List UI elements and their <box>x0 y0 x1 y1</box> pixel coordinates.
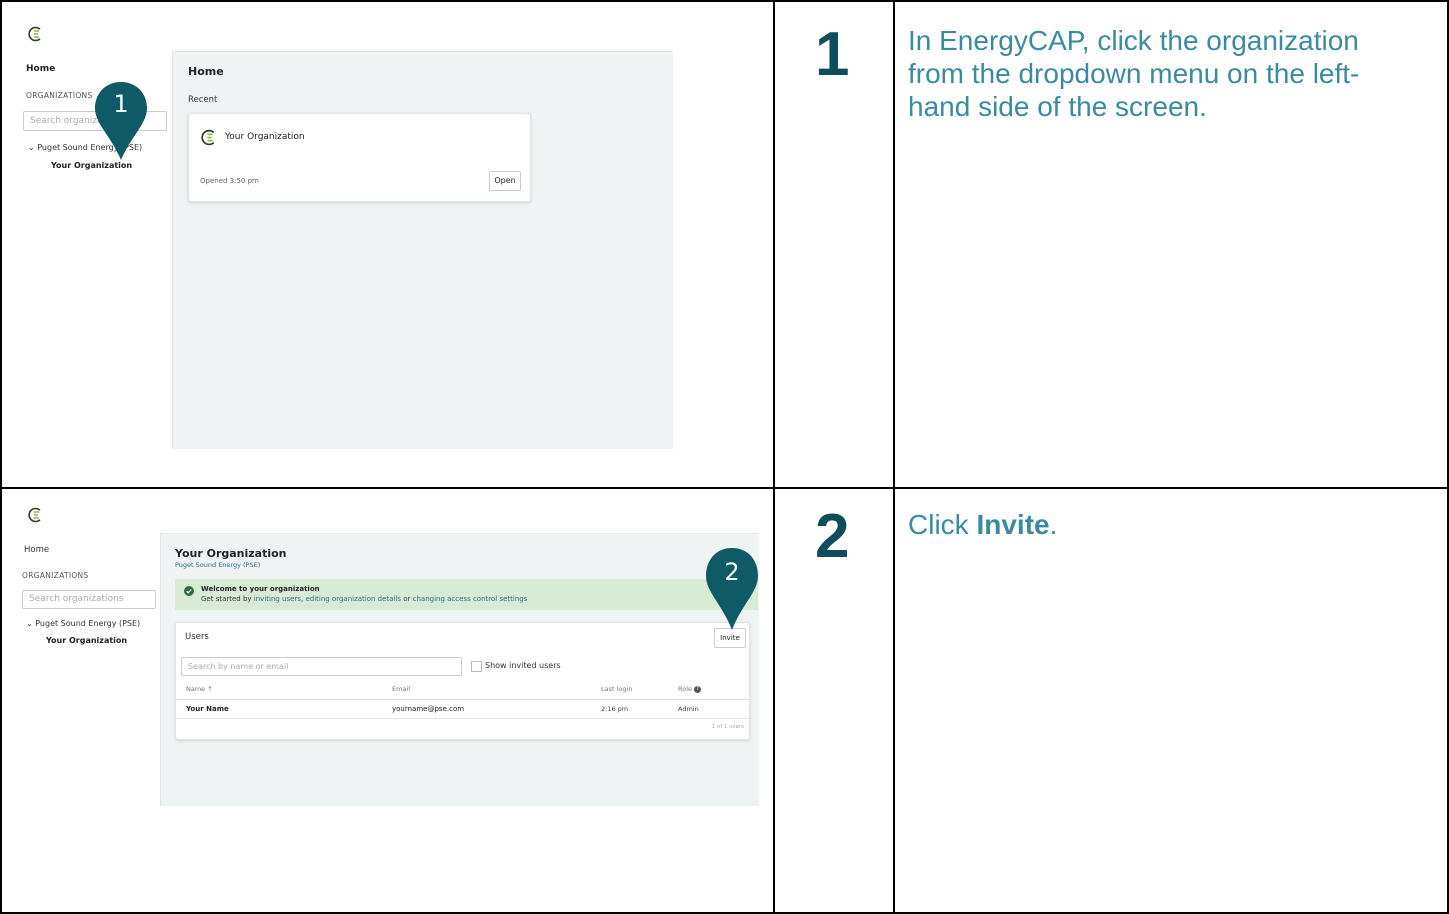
user-search-input[interactable]: Search by name or email <box>181 657 462 676</box>
column-header-name[interactable]: Name ↑ <box>186 685 213 693</box>
sidebar-home-link[interactable]: Home <box>24 545 49 555</box>
card-org-name: Your Organization <box>225 132 305 142</box>
users-count-footer: 1 of 1 users <box>711 724 744 730</box>
sidebar-organizations-label: ORGANIZATIONS <box>22 571 89 580</box>
table-row[interactable]: Your Name yourname@pse.com 2:16 pm Admin <box>176 701 749 717</box>
column-header-last-login[interactable]: Last login <box>601 685 632 693</box>
recent-org-card[interactable]: Your Organization Opened 3:50 pm Open <box>188 113 531 202</box>
header-divider <box>176 699 749 700</box>
step-number-1: 1 <box>815 20 850 89</box>
row-divider <box>176 718 749 719</box>
check-circle-icon <box>184 586 194 596</box>
screenshot-step-1: Home ORGANIZATIONS Search organizations … <box>14 18 674 458</box>
welcome-alert: Welcome to your organization Get started… <box>175 579 758 610</box>
energycap-logo-icon <box>28 26 41 42</box>
org-logo-icon <box>201 129 215 146</box>
chevron-down-icon: ⌄ <box>28 143 35 152</box>
inviting-users-link[interactable]: inviting users <box>254 595 301 603</box>
access-control-link[interactable]: changing access control settings <box>413 595 528 603</box>
table-col-divider-2 <box>893 0 895 914</box>
help-circle-icon: ? <box>694 685 702 693</box>
tree-item-your-organization[interactable]: Your Organization <box>51 161 132 170</box>
card-opened-time: Opened 3:50 pm <box>200 177 259 185</box>
step-number-2: 2 <box>815 502 850 571</box>
callout-number-1: 1 <box>113 90 129 118</box>
cell-name: Your Name <box>186 705 229 713</box>
cell-email: yourname@pse.com <box>392 705 465 713</box>
column-header-role-label: Role <box>678 685 693 693</box>
alert-prefix: Get started by <box>201 595 254 603</box>
sidebar-organizations-label: ORGANIZATIONS <box>26 91 93 100</box>
table-border-bottom <box>0 912 1449 914</box>
page-title: Your Organization <box>175 547 287 560</box>
users-panel: Users Invite Search by name or email Sho… <box>175 622 750 740</box>
editing-details-link[interactable]: editing organization details <box>305 595 401 603</box>
sidebar-search-input[interactable]: Search organizations <box>22 590 156 609</box>
alert-body: Get started by inviting users, editing o… <box>201 595 527 603</box>
step-instruction-2-bold: Invite <box>976 509 1050 540</box>
sidebar-home-link[interactable]: Home <box>26 64 55 74</box>
tree-item-pse-label: Puget Sound Energy (PSE) <box>35 619 141 628</box>
table-col-divider-1 <box>773 0 775 914</box>
step-instruction-2-suffix: . <box>1049 509 1058 540</box>
alert-sep-2: or <box>401 595 413 603</box>
column-header-role[interactable]: Role ? <box>678 685 702 693</box>
show-invited-checkbox[interactable] <box>471 661 482 672</box>
users-title: Users <box>185 632 209 642</box>
page-subtitle-link[interactable]: Puget Sound Energy (PSE) <box>175 561 260 569</box>
alert-title: Welcome to your organization <box>201 585 320 593</box>
cell-role: Admin <box>678 705 699 713</box>
column-header-email[interactable]: Email <box>392 685 410 693</box>
tree-item-your-organization[interactable]: Your Organization <box>46 636 127 645</box>
tree-item-pse[interactable]: ⌄ Puget Sound Energy (PSE) <box>26 619 140 628</box>
screenshot-step-2: Home ORGANIZATIONS Search organizations … <box>14 500 764 810</box>
card-open-button[interactable]: Open <box>489 171 521 191</box>
table-border-right <box>1447 0 1449 914</box>
table-row-divider <box>0 487 1449 489</box>
step-instruction-2: Click Invite. <box>908 508 1408 541</box>
step-instruction-1: In EnergyCAP, click the organization fro… <box>908 25 1360 123</box>
main-content-area <box>172 51 673 449</box>
chevron-down-icon: ⌄ <box>26 619 33 628</box>
cell-last-login: 2:16 pm <box>601 705 629 713</box>
callout-number-2: 2 <box>724 558 740 586</box>
energycap-logo-icon <box>28 507 41 523</box>
page-title: Home <box>188 65 224 78</box>
step-instruction-2-prefix: Click <box>908 509 977 540</box>
table-border-left <box>0 0 2 914</box>
show-invited-label: Show invited users <box>485 661 561 670</box>
table-border-top <box>0 0 1449 2</box>
recent-label: Recent <box>188 95 218 105</box>
